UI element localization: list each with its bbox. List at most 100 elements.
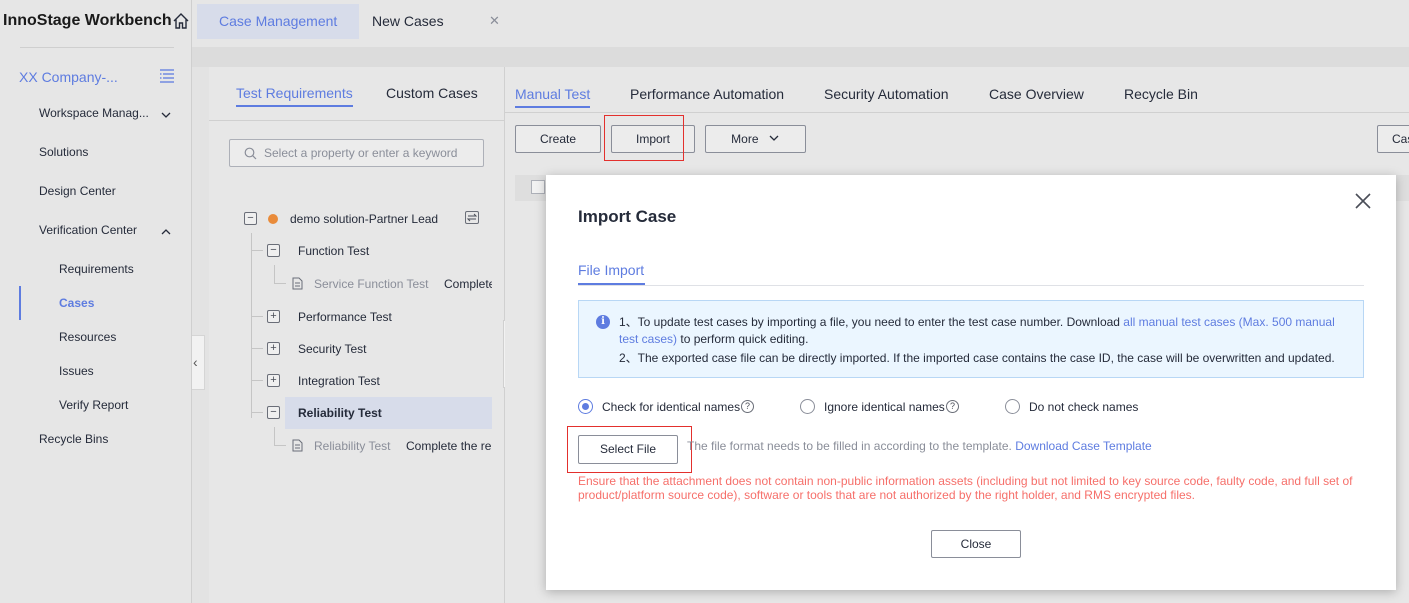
more-label: More bbox=[731, 132, 759, 146]
tree-node[interactable]: Security Test bbox=[298, 342, 366, 356]
expand-icon[interactable]: + bbox=[267, 342, 280, 355]
security-warning: Ensure that the attachment does not cont… bbox=[578, 474, 1353, 502]
radio-label[interactable]: Do not check names bbox=[1029, 400, 1138, 414]
highlight-frame bbox=[604, 115, 684, 161]
radio-check-identical-names[interactable] bbox=[578, 399, 593, 414]
dialog-title: Import Case bbox=[578, 207, 677, 226]
document-icon bbox=[292, 277, 303, 290]
sidebar-item-issues[interactable]: Issues bbox=[59, 364, 94, 378]
chevron-down-icon[interactable] bbox=[160, 109, 172, 121]
select-all-checkbox[interactable] bbox=[531, 180, 545, 194]
search-icon bbox=[244, 147, 257, 160]
tab-manual-test[interactable]: Manual Test bbox=[515, 86, 591, 108]
radio-label[interactable]: Ignore identical names bbox=[824, 400, 945, 414]
radio-do-not-check-names[interactable] bbox=[1005, 399, 1020, 414]
close-icon[interactable]: ✕ bbox=[489, 13, 500, 29]
active-indicator bbox=[19, 286, 21, 320]
divider bbox=[209, 120, 505, 121]
tab-security-automation[interactable]: Security Automation bbox=[824, 86, 949, 102]
chevron-down-icon bbox=[769, 135, 779, 141]
chevron-up-icon[interactable] bbox=[160, 226, 172, 238]
case-status: Complete the re bbox=[406, 439, 492, 453]
sidebar-item-verify-report[interactable]: Verify Report bbox=[59, 398, 128, 412]
download-template-link[interactable]: Download Case Template bbox=[1015, 439, 1152, 453]
home-icon[interactable] bbox=[172, 12, 190, 30]
tab-recycle-bin[interactable]: Recycle Bin bbox=[1124, 86, 1198, 102]
collapse-icon[interactable]: − bbox=[244, 212, 257, 225]
tab-custom-cases[interactable]: Custom Cases bbox=[386, 85, 478, 101]
sidebar-item-recycle-bins[interactable]: Recycle Bins bbox=[39, 432, 108, 446]
divider bbox=[505, 112, 1409, 113]
case-status: Complete bbox=[444, 277, 492, 291]
tree-node[interactable]: Integration Test bbox=[298, 374, 380, 388]
sidebar-item-cases[interactable]: Cases bbox=[59, 296, 94, 310]
collapse-icon[interactable]: − bbox=[267, 244, 280, 257]
expand-icon[interactable]: + bbox=[267, 310, 280, 323]
content-gutter bbox=[192, 47, 1409, 67]
expand-icon[interactable]: + bbox=[267, 374, 280, 387]
tree-case[interactable]: Service Function Test bbox=[314, 277, 429, 291]
collapse-icon[interactable]: − bbox=[267, 406, 280, 419]
tree-connector bbox=[251, 380, 263, 381]
tree-connector bbox=[251, 316, 263, 317]
sidebar-item-requirements[interactable]: Requirements bbox=[59, 262, 134, 276]
sidebar-item-design-center[interactable]: Design Center bbox=[39, 184, 116, 198]
tree-node[interactable]: Performance Test bbox=[298, 310, 392, 324]
tree-node[interactable]: Function Test bbox=[298, 244, 369, 258]
tab-test-requirements[interactable]: Test Requirements bbox=[236, 85, 353, 107]
tab-case-management[interactable]: Case Management bbox=[197, 4, 360, 39]
info-line-1: 1、To update test cases by importing a fi… bbox=[619, 314, 1354, 348]
radio-label[interactable]: Check for identical names bbox=[602, 400, 740, 414]
search-input[interactable] bbox=[264, 145, 474, 161]
tree-root[interactable]: demo solution-Partner Lead bbox=[290, 212, 438, 226]
sidebar-collapse-handle[interactable]: ‹ bbox=[192, 335, 205, 390]
tab-indicator bbox=[578, 283, 645, 285]
tree-connector bbox=[274, 445, 286, 446]
sidebar-item-verification-center[interactable]: Verification Center bbox=[39, 223, 137, 237]
company-selector[interactable]: XX Company-... bbox=[19, 69, 118, 85]
tab-new-cases[interactable]: New Cases bbox=[350, 4, 466, 39]
sidebar: InnoStage Workbench XX Company-... Works… bbox=[0, 0, 192, 603]
tab-file-import[interactable]: File Import bbox=[578, 262, 644, 278]
create-button[interactable]: Create bbox=[515, 125, 601, 153]
divider bbox=[20, 47, 174, 48]
divider bbox=[578, 285, 1364, 286]
sidebar-item-workspace-management[interactable]: Workspace Manag... bbox=[39, 106, 149, 120]
filter-icon[interactable] bbox=[465, 211, 479, 224]
app-title: InnoStage Workbench bbox=[3, 12, 172, 29]
requirement-tree-panel: Test Requirements Custom Cases − demo so… bbox=[209, 67, 505, 603]
tree-node-selected[interactable]: Reliability Test bbox=[298, 406, 382, 420]
template-hint: The file format needs to be filled in ac… bbox=[687, 439, 1152, 453]
template-hint-text: The file format needs to be filled in ac… bbox=[687, 439, 1012, 453]
tree-connector bbox=[274, 427, 275, 446]
help-icon[interactable]: ? bbox=[741, 400, 754, 413]
tree-connector bbox=[251, 412, 263, 413]
tree-connector bbox=[251, 348, 263, 349]
close-button[interactable]: Close bbox=[931, 530, 1021, 558]
sidebar-item-solutions[interactable]: Solutions bbox=[39, 145, 88, 159]
info-line-2: 2、The exported case file can be directly… bbox=[619, 351, 1335, 365]
tree-connector bbox=[274, 283, 286, 284]
radio-ignore-identical-names[interactable] bbox=[800, 399, 815, 414]
highlight-frame bbox=[567, 426, 692, 473]
tree-case[interactable]: Reliability Test bbox=[314, 439, 390, 453]
document-icon bbox=[292, 439, 303, 452]
tree-search[interactable] bbox=[229, 139, 484, 167]
tree-connector bbox=[251, 250, 263, 251]
tree-connector bbox=[251, 233, 252, 418]
sidebar-item-resources[interactable]: Resources bbox=[59, 330, 116, 344]
help-icon[interactable]: ? bbox=[946, 400, 959, 413]
info-notice: i 1、To update test cases by importing a … bbox=[578, 300, 1364, 378]
info-text: to perform quick editing. bbox=[677, 332, 809, 346]
tab-case-overview[interactable]: Case Overview bbox=[989, 86, 1084, 102]
close-icon[interactable] bbox=[1354, 192, 1372, 210]
tab-performance-automation[interactable]: Performance Automation bbox=[630, 86, 784, 102]
top-tab-bar: Case Management New Cases ✕ bbox=[192, 0, 1409, 47]
status-dot bbox=[268, 214, 278, 224]
info-icon: i bbox=[596, 315, 610, 329]
case-filter-button[interactable]: Cas bbox=[1377, 125, 1409, 153]
chevron-left-icon: ‹ bbox=[193, 354, 198, 370]
more-button[interactable]: More bbox=[705, 125, 806, 153]
import-case-dialog: Import Case File Import i 1、To update te… bbox=[546, 175, 1396, 590]
list-view-icon[interactable] bbox=[159, 68, 175, 84]
